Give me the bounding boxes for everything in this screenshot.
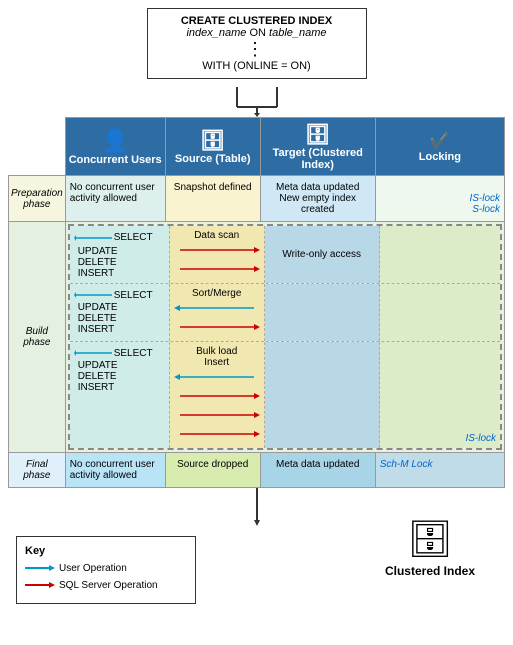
- prep-locking: IS-lock S-lock: [375, 176, 504, 222]
- build-sub1-insert: INSERT: [74, 268, 165, 279]
- build-sub2-delete: DELETE: [74, 313, 165, 324]
- final-target: Meta data updated: [260, 453, 375, 488]
- header-locking: ✔️ Locking: [375, 118, 504, 176]
- build-sub3-concurrent: SELECT UPDATE DELETE INSERT: [70, 342, 170, 448]
- target-label: Target (Clustered Index): [263, 147, 373, 171]
- bottom-arrow-svg: [247, 488, 267, 528]
- build-sub2-concurrent: SELECT UPDATE DELETE INSERT: [70, 284, 170, 341]
- arrow-right-bulk2: [180, 408, 260, 422]
- sql-box: CREATE CLUSTERED INDEX index_name ON tab…: [147, 8, 367, 79]
- key-item-sql: SQL Server Operation: [25, 578, 187, 592]
- build-sub1-delete: DELETE: [74, 257, 165, 268]
- concurrent-label: Concurrent Users: [68, 154, 163, 166]
- arrow-left-3: [74, 346, 114, 360]
- build-sub1-update: UPDATE: [74, 246, 165, 257]
- locking-icon: ✔️: [378, 131, 502, 151]
- key-item-user: User Operation: [25, 561, 187, 575]
- prep-concurrent-text: No concurrent user activity allowed: [70, 182, 155, 204]
- clustered-index-section: 🗄 Clustered Index: [385, 518, 475, 578]
- build-sub3-insert: INSERT: [74, 382, 165, 393]
- build-sub-row-2: SELECT UPDATE DELETE INSERT Sort/Merge: [70, 284, 500, 342]
- final-source: Source dropped: [165, 453, 260, 488]
- source-label: Source (Table): [168, 153, 258, 165]
- sort-merge-label: Sort/Merge: [174, 288, 260, 299]
- arrow-right-datascan: [180, 243, 260, 257]
- header-concurrent: 👤 Concurrent Users: [65, 118, 165, 176]
- prep-concurrent: No concurrent user activity allowed: [65, 176, 165, 222]
- build-sub-row-3: SELECT UPDATE DELETE INSERT Bulk loadIns…: [70, 342, 500, 448]
- build-sub-row-1: SELECT UPDATE DELETE INSERT Data scan: [70, 226, 500, 284]
- arrow-left-2: [74, 288, 114, 302]
- final-concurrent-text: No concurrent user activity allowed: [70, 459, 155, 481]
- bulk-load-label: Bulk loadInsert: [174, 346, 260, 368]
- build-sub3-delete: DELETE: [74, 371, 165, 382]
- final-locking: Sch-M Lock: [375, 453, 504, 488]
- key-user-label: User Operation: [59, 563, 127, 574]
- build-sub3-target: [265, 342, 380, 448]
- build-is-lock: IS-lock: [465, 433, 496, 444]
- arrow-left-1: [74, 231, 114, 245]
- header-source: 🗄 Source (Table): [165, 118, 260, 176]
- main-container: CREATE CLUSTERED INDEX index_name ON tab…: [0, 0, 513, 620]
- sql-table-name: table_name: [269, 27, 327, 39]
- build-sub1-concurrent: SELECT UPDATE DELETE INSERT: [70, 226, 170, 283]
- prep-lock-s: S-lock: [380, 204, 500, 215]
- sql-line3: WITH (ONLINE = ON): [158, 60, 356, 72]
- build-sub2-target: [265, 284, 380, 341]
- write-only-label: Write-only access: [282, 249, 361, 260]
- header-spacer: [9, 118, 66, 176]
- sql-dots: ⋮: [158, 39, 356, 60]
- top-arrow-svg: [217, 87, 297, 117]
- clustered-index-icon: 🗄: [407, 518, 453, 560]
- key-sql-arrow: [25, 578, 55, 592]
- prep-source-text: Snapshot defined: [174, 182, 252, 193]
- prep-target-text: Meta data updatedNew empty index created: [276, 182, 359, 215]
- arrow-left-sort: [174, 301, 254, 315]
- final-source-text: Source dropped: [177, 459, 248, 470]
- key-section: Key User Operation SQL Server Operation: [16, 536, 196, 604]
- header-target: 🗄 Target (Clustered Index): [260, 118, 375, 176]
- final-phase-label: Finalphase: [9, 453, 66, 488]
- sql-line1: CREATE CLUSTERED INDEX: [158, 15, 356, 27]
- build-sub1-locking: [380, 226, 500, 283]
- key-title: Key: [25, 545, 187, 557]
- prep-target: Meta data updatedNew empty index created: [260, 176, 375, 222]
- source-icon: 🗄: [168, 128, 258, 153]
- prep-source: Snapshot defined: [165, 176, 260, 222]
- concurrent-icon: 👤: [68, 128, 163, 154]
- build-sub1-target: Write-only access: [265, 226, 380, 283]
- build-sub2-insert: INSERT: [74, 324, 165, 335]
- prep-phase-row: Preparationphase No concurrent user acti…: [9, 176, 505, 222]
- build-phase-content: SELECT UPDATE DELETE INSERT Data scan: [65, 222, 504, 453]
- build-sub3-source: Bulk loadInsert: [170, 342, 265, 448]
- prep-lock-is: IS-lock: [380, 193, 500, 204]
- build-sub3-locking: IS-lock: [380, 342, 500, 448]
- sql-line2: index_name ON table_name: [158, 27, 356, 39]
- build-sub2-source: Sort/Merge: [170, 284, 265, 341]
- build-sub3-update: UPDATE: [74, 360, 165, 371]
- data-scan-label: Data scan: [174, 230, 260, 241]
- final-target-text: Meta data updated: [276, 459, 359, 470]
- arrow-right-datascan2: [180, 262, 260, 276]
- key-user-arrow: [25, 561, 55, 575]
- arrow-right-sort: [180, 320, 260, 334]
- final-concurrent: No concurrent user activity allowed: [65, 453, 165, 488]
- build-sub2-update: UPDATE: [74, 302, 165, 313]
- final-phase-row: Finalphase No concurrent user activity a…: [9, 453, 505, 488]
- prep-phase-label: Preparationphase: [9, 176, 66, 222]
- arrow-right-bulk3: [180, 427, 260, 441]
- sql-index-name: index_name: [186, 27, 246, 39]
- final-lock-text: Sch-M Lock: [380, 459, 433, 470]
- build-sub2-locking: [380, 284, 500, 341]
- arrow-right-bulk1: [180, 389, 260, 403]
- clustered-index-label: Clustered Index: [385, 564, 475, 578]
- build-phase-row: Buildphase SELECT UPDATE DE: [9, 222, 505, 453]
- target-icon: 🗄: [263, 122, 373, 147]
- arrow-left-bulk: [174, 370, 254, 384]
- build-phase-label: Buildphase: [9, 222, 66, 453]
- key-sql-label: SQL Server Operation: [59, 580, 158, 591]
- build-sub1-source: Data scan: [170, 226, 265, 283]
- locking-label: Locking: [378, 151, 502, 163]
- main-table: 👤 Concurrent Users 🗄 Source (Table) 🗄 Ta…: [8, 117, 505, 488]
